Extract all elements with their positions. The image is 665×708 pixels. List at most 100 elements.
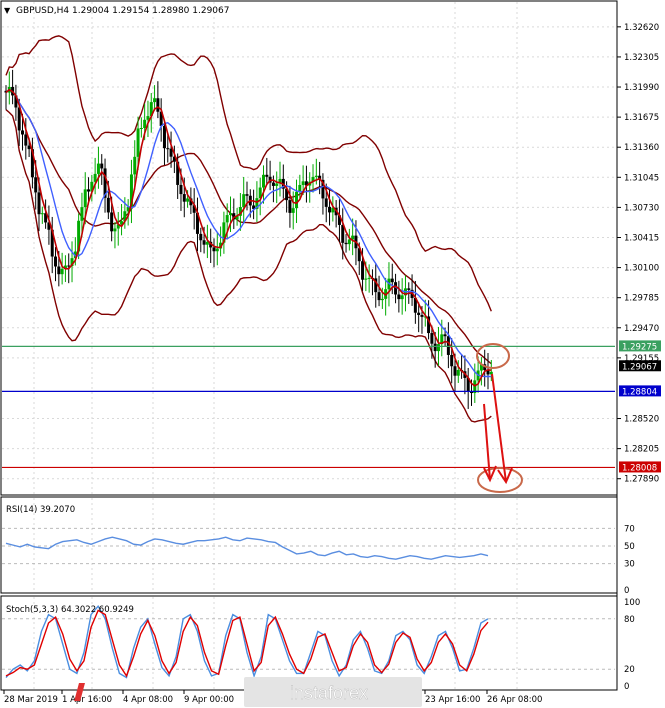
candle-body xyxy=(262,174,266,188)
candle-body xyxy=(57,266,61,275)
candle-body xyxy=(166,148,170,150)
price-tick-label: 1.27890 xyxy=(624,475,659,485)
candle-body xyxy=(361,261,365,280)
candle-body xyxy=(456,369,460,376)
candle-body xyxy=(37,192,41,215)
candle-body xyxy=(139,127,143,129)
bollinger-lower xyxy=(5,109,492,423)
candle-body xyxy=(24,134,28,146)
pane-level-label: 0 xyxy=(624,682,629,692)
candle-body xyxy=(453,366,457,376)
price-tick-label: 1.30100 xyxy=(624,264,659,274)
candle-body xyxy=(225,215,229,223)
main-grid xyxy=(2,2,615,689)
time-tick-label: 23 Apr 16:00 xyxy=(425,695,480,705)
forecast-arrow-main xyxy=(491,373,507,483)
candle-body xyxy=(443,334,447,337)
candle-body xyxy=(367,277,371,279)
candle-body xyxy=(60,268,64,275)
time-tick-label: 28 Mar 2019 xyxy=(4,695,58,705)
candle-body xyxy=(143,119,147,128)
price-tick-label: 1.29785 xyxy=(624,294,659,304)
price-tag-label: 1.28008 xyxy=(622,463,657,473)
candle-body xyxy=(364,278,368,280)
candle-body xyxy=(347,239,351,245)
candle-body xyxy=(133,156,137,175)
price-tick-label: 1.32305 xyxy=(624,53,659,63)
candle-body xyxy=(113,228,117,232)
candle-body xyxy=(271,182,275,186)
candle-body xyxy=(40,213,44,215)
price-axis: 1.32620 1.32305 1.31990 1.31675 1.31360 1.310… xyxy=(617,23,659,485)
candle-body xyxy=(245,194,249,196)
pane-title: RSI(14) 39.2070 xyxy=(6,505,75,515)
candle-body xyxy=(156,98,160,112)
pane-level-label: 50 xyxy=(624,542,635,552)
price-tick-label: 1.28520 xyxy=(624,415,659,425)
price-tick-label: 1.30730 xyxy=(624,203,659,213)
price-tick-label: 1.29470 xyxy=(624,324,659,334)
candle-body xyxy=(433,343,437,352)
candle-body xyxy=(295,191,299,209)
pane-level-label: 100 xyxy=(624,598,640,608)
candle-body xyxy=(162,125,166,149)
pane-series-line xyxy=(5,536,489,560)
candle-body xyxy=(288,200,292,213)
time-tick-label: 1 Apr 16:00 xyxy=(62,695,112,705)
time-tick-label: 4 Apr 08:00 xyxy=(123,695,173,705)
candle-body xyxy=(34,177,38,193)
price-tick-label: 1.31360 xyxy=(624,143,659,153)
candle-body xyxy=(96,163,100,174)
price-tick-label: 1.30415 xyxy=(624,233,659,243)
menu-marker-icon[interactable]: ▼ xyxy=(4,6,11,15)
price-tick-label: 1.28205 xyxy=(624,445,659,455)
candle-body xyxy=(106,197,110,213)
pane-level-label: 70 xyxy=(624,524,635,534)
watermark-text: instaforex xyxy=(290,683,368,703)
candle-body xyxy=(54,256,58,267)
candle-body xyxy=(397,294,401,300)
candle-body xyxy=(186,198,190,202)
candle-body xyxy=(110,212,114,232)
candle-body xyxy=(417,312,421,315)
candle-body xyxy=(301,181,305,185)
candle-body xyxy=(291,208,295,213)
pane-series-line xyxy=(5,609,489,678)
price-tick-label: 1.31675 xyxy=(624,113,659,123)
candle-body xyxy=(275,183,279,186)
candle-body xyxy=(436,344,440,352)
candle-body xyxy=(242,194,246,208)
price-tag-label: 1.29067 xyxy=(622,362,657,372)
candle-body xyxy=(100,163,104,169)
candle-body xyxy=(83,189,87,208)
candle-body xyxy=(228,213,232,216)
annotation-markup xyxy=(476,343,523,493)
candle-body xyxy=(87,189,91,192)
candle-body xyxy=(324,198,328,207)
candle-body xyxy=(80,207,84,221)
pane-level-label: 0 xyxy=(624,586,629,596)
candle-body xyxy=(215,248,219,252)
candle-body xyxy=(182,194,186,202)
candle-body xyxy=(380,298,384,301)
candle-body xyxy=(377,292,381,301)
candle-body xyxy=(21,130,25,135)
pane-level-label: 80 xyxy=(624,615,635,625)
candle-body xyxy=(212,247,216,252)
candle-body xyxy=(265,174,269,177)
bollinger-upper xyxy=(5,35,492,312)
candle-body xyxy=(344,242,348,245)
candle-body xyxy=(199,233,203,241)
rsi-pane-frame xyxy=(0,496,618,594)
price-tick-label: 1.31045 xyxy=(624,173,659,183)
candle-body xyxy=(450,354,454,367)
candle-body xyxy=(153,98,157,103)
candle-body xyxy=(314,175,318,177)
price-tick-label: 1.31990 xyxy=(624,83,659,93)
candle-body xyxy=(179,184,183,195)
chart-header: GBPUSD,H4 1.29004 1.29154 1.28980 1.2906… xyxy=(16,6,229,16)
price-tag-label: 1.28804 xyxy=(622,387,657,397)
candle-body xyxy=(400,295,404,300)
rsi-pane: 70 50 30 0 RSI(14) 39.2070 xyxy=(2,505,635,596)
mt4-chart: 1.32620 1.32305 1.31990 1.31675 1.31360 1.310… xyxy=(0,0,661,707)
